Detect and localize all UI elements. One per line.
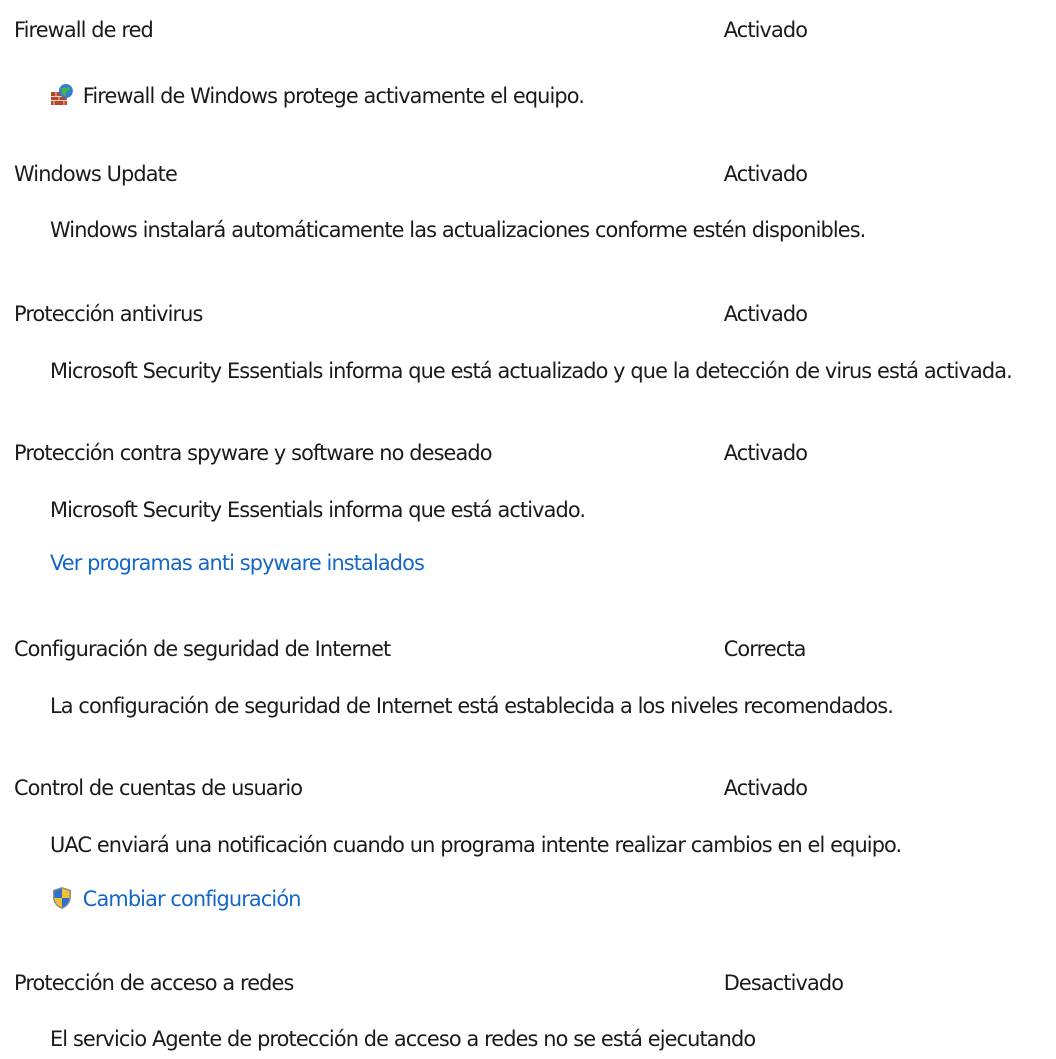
section-title-nap: Protección de acceso a redes [14, 971, 294, 995]
section-description-spyware: Microsoft Security Essentials informa qu… [50, 493, 1050, 527]
section-description-windows-update: Windows instalará automáticamente las ac… [50, 213, 1050, 247]
description-windows-update: Windows instalará automáticamente las ac… [50, 218, 866, 242]
description-uac: UAC enviará una notificación cuando un p… [50, 833, 902, 857]
status-uac: Activado [723, 776, 808, 800]
description-nap: El servicio Agente de protección de acce… [50, 1027, 756, 1051]
firewall-icon [50, 83, 74, 107]
status-firewall: Activado [723, 18, 808, 42]
description-antivirus: Microsoft Security Essentials informa qu… [50, 359, 1013, 383]
section-title-antivirus: Protección antivirus [14, 302, 203, 326]
section-header-antivirus: Protección antivirus Activado [14, 297, 1050, 331]
section-link-spyware: Ver programas anti spyware instalados [50, 546, 1050, 580]
section-description-antivirus: Microsoft Security Essentials informa qu… [50, 354, 1050, 388]
section-description-firewall: Firewall de Windows protege activamente … [50, 79, 1050, 113]
section-description-uac: UAC enviará una notificación cuando un p… [50, 828, 1050, 862]
section-title-internet-security: Configuración de seguridad de Internet [14, 637, 391, 661]
section-header-internet-security: Configuración de seguridad de Internet C… [14, 632, 1050, 666]
section-description-nap: El servicio Agente de protección de acce… [50, 1022, 1050, 1056]
status-windows-update: Activado [723, 162, 808, 186]
description-spyware: Microsoft Security Essentials informa qu… [50, 498, 586, 522]
status-nap: Desactivado [723, 971, 844, 995]
section-title-uac: Control de cuentas de usuario [14, 776, 303, 800]
section-title-firewall: Firewall de red [14, 18, 154, 42]
section-header-uac: Control de cuentas de usuario Activado [14, 771, 1050, 805]
change-settings-link[interactable]: Cambiar configuración [83, 887, 302, 911]
description-firewall: Firewall de Windows protege activamente … [82, 84, 585, 108]
status-antivirus: Activado [723, 302, 808, 326]
section-title-windows-update: Windows Update [14, 162, 178, 186]
description-internet-security: La configuración de seguridad de Interne… [50, 694, 894, 718]
section-description-internet-security: La configuración de seguridad de Interne… [50, 689, 1050, 723]
section-header-windows-update: Windows Update Activado [14, 157, 1050, 191]
status-internet-security: Correcta [723, 637, 807, 661]
uac-shield-icon [50, 886, 74, 910]
section-link-uac: Cambiar configuración [50, 882, 1050, 916]
section-title-spyware: Protección contra spyware y software no … [14, 441, 493, 465]
section-header-spyware: Protección contra spyware y software no … [14, 436, 1050, 470]
section-header-nap: Protección de acceso a redes Desactivado [14, 966, 1050, 1000]
section-header-firewall: Firewall de red Activado [14, 13, 1050, 47]
view-antispyware-programs-link[interactable]: Ver programas anti spyware instalados [50, 551, 425, 575]
status-spyware: Activado [723, 441, 808, 465]
security-status-panel: Firewall de red Activado Firewall de Win… [0, 0, 1056, 1059]
